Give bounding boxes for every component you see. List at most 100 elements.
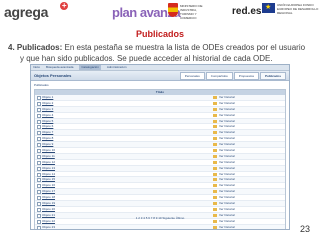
history-icon[interactable] [213,137,217,141]
ode-title-link[interactable]: Objeto 9 [42,142,53,147]
history-link[interactable]: Ver historial [219,124,235,129]
ode-title-link[interactable]: Objeto 16 [42,183,55,188]
history-link[interactable]: Ver historial [219,183,235,188]
government-logo: MINISTERIO DE INDUSTRIA, TURISMO Y COMER… [168,3,206,23]
history-link[interactable]: Ver historial [219,148,235,153]
history-icon[interactable] [213,190,217,194]
ode-title-link[interactable]: Objeto 11 [42,154,55,159]
ode-title-link[interactable]: Objeto 15 [42,177,55,182]
row-checkbox[interactable] [37,107,41,112]
row-checkbox[interactable] [37,160,41,165]
list-item[interactable]: Objeto 23 Ver historial [35,224,285,229]
history-icon[interactable] [213,172,217,176]
history-icon[interactable] [213,113,217,117]
row-checkbox[interactable] [37,178,41,183]
ode-title-link[interactable]: Objeto 8 [42,136,53,141]
ode-title-link[interactable]: Objeto 1 [42,95,53,100]
history-icon[interactable] [213,166,217,170]
ode-list: Título Objeto 1 Ver historial Objeto 2 Ver … [34,89,286,229]
row-checkbox[interactable] [37,207,41,212]
history-icon[interactable] [213,119,217,123]
ode-title-link[interactable]: Objeto 6 [42,124,53,129]
history-icon[interactable] [213,219,217,223]
history-icon[interactable] [213,131,217,135]
history-icon[interactable] [213,196,217,200]
row-checkbox[interactable] [37,96,41,100]
history-link[interactable]: Ver historial [219,166,235,171]
history-icon[interactable] [213,160,217,164]
history-link[interactable]: Ver historial [219,225,235,229]
ode-title-link[interactable]: Objeto 13 [42,166,55,171]
row-checkbox[interactable] [37,154,41,159]
tab-publicados[interactable]: Publicados [259,72,286,80]
history-link[interactable]: Ver historial [219,172,235,177]
history-icon[interactable] [213,225,217,229]
row-checkbox[interactable] [37,225,41,229]
history-link[interactable]: Ver historial [219,136,235,141]
ode-title-link[interactable]: Objeto 5 [42,119,53,124]
ode-title-link[interactable]: Objeto 17 [42,189,55,194]
history-link[interactable]: Ver historial [219,189,235,194]
panel-title: Objetos Personales [34,73,72,78]
history-icon[interactable] [213,96,217,99]
history-link[interactable]: Ver historial [219,201,235,206]
history-link[interactable]: Ver historial [219,195,235,200]
row-checkbox[interactable] [37,190,41,195]
row-checkbox[interactable] [37,172,41,177]
row-checkbox[interactable] [37,101,41,106]
ode-title-link[interactable]: Objeto 7 [42,130,53,135]
ode-title-link[interactable]: Objeto 18 [42,195,55,200]
history-icon[interactable] [213,154,217,158]
history-icon[interactable] [213,125,217,129]
ode-title-link[interactable]: Objeto 3 [42,107,53,112]
row-checkbox[interactable] [37,219,41,224]
ode-title-link[interactable]: Objeto 4 [42,113,53,118]
history-icon[interactable] [213,202,217,206]
ode-title-link[interactable]: Objeto 2 [42,101,53,106]
history-icon[interactable] [213,184,217,188]
history-icon[interactable] [213,107,217,111]
history-link[interactable]: Ver historial [219,207,235,212]
tab-compartidos[interactable]: Compartidos [205,72,233,80]
history-link[interactable]: Ver historial [219,113,235,118]
history-icon[interactable] [213,178,217,182]
ode-title-link[interactable]: Objeto 19 [42,201,55,206]
nav-item-administracion[interactable]: Administración [107,65,127,70]
ode-title-link[interactable]: Objeto 14 [42,172,55,177]
row-checkbox[interactable] [37,196,41,201]
tab-bar: Personales Compartidos Propuestos Public… [179,72,286,80]
row-checkbox[interactable] [37,137,41,142]
row-checkbox[interactable] [37,166,41,171]
ode-title-link[interactable]: Objeto 12 [42,160,55,165]
history-link[interactable]: Ver historial [219,95,235,100]
history-link[interactable]: Ver historial [219,160,235,165]
tab-personales[interactable]: Personales [179,72,205,80]
ode-title-link[interactable]: Objeto 20 [42,207,55,212]
row-checkbox[interactable] [37,184,41,189]
nav-item-inicio[interactable]: Inicio [33,65,40,70]
row-checkbox[interactable] [37,125,41,130]
row-checkbox[interactable] [37,119,41,124]
nav-item-catalogacion[interactable]: Catalogación [79,65,101,70]
row-checkbox[interactable] [37,202,41,207]
history-link[interactable]: Ver historial [219,101,235,106]
history-link[interactable]: Ver historial [219,119,235,124]
history-icon[interactable] [213,143,217,147]
row-checkbox[interactable] [37,143,41,148]
history-link[interactable]: Ver historial [219,177,235,182]
history-link[interactable]: Ver historial [219,107,235,112]
history-link[interactable]: Ver historial [219,154,235,159]
row-checkbox[interactable] [37,149,41,154]
ode-title-link[interactable]: Objeto 10 [42,148,55,153]
row-checkbox[interactable] [37,113,41,118]
tab-propuestos[interactable]: Propuestos [233,72,259,80]
ode-title-link[interactable]: Objeto 23 [42,225,55,229]
history-link[interactable]: Ver historial [219,142,235,147]
pagination[interactable]: 1 2 3 4 5 6 7 8 9 10 Siguiente Último [31,216,289,220]
history-icon[interactable] [213,101,217,105]
history-link[interactable]: Ver historial [219,130,235,135]
history-icon[interactable] [213,207,217,211]
nav-item-busqueda[interactable]: Búsqueda avanzada [46,65,73,70]
row-checkbox[interactable] [37,131,41,136]
history-icon[interactable] [213,149,217,153]
